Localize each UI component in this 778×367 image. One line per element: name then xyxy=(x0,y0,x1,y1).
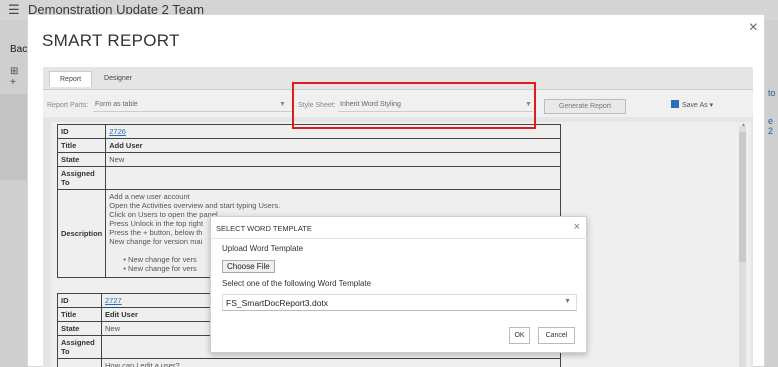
dialog-title: SELECT WORD TEMPLATE xyxy=(216,224,312,233)
field-value xyxy=(105,166,561,190)
divider xyxy=(211,238,588,239)
choose-file-button[interactable]: Choose File xyxy=(222,260,275,273)
save-icon xyxy=(671,100,679,108)
scrollbar-thumb[interactable] xyxy=(739,132,746,262)
field-value: Add User xyxy=(105,138,561,153)
save-as-label: Save As ▾ xyxy=(682,102,714,109)
description-line: Add a new user account xyxy=(109,192,190,201)
style-sheet-label: Style Sheet: xyxy=(298,102,336,109)
field-label xyxy=(57,358,102,367)
close-icon[interactable]: × xyxy=(574,221,580,233)
field-label: ID xyxy=(57,293,102,308)
cancel-button[interactable]: Cancel xyxy=(538,327,575,344)
ok-button[interactable]: OK xyxy=(509,327,530,344)
table-row: Assigned To xyxy=(56,166,561,190)
field-value: New xyxy=(105,152,561,167)
field-label: ID xyxy=(56,124,107,139)
tab-report[interactable]: Report xyxy=(49,71,93,87)
field-label: Title xyxy=(56,138,107,153)
table-row: How can I edit a user? xyxy=(57,358,561,367)
description-line: Open the Activities overview and start t… xyxy=(109,201,281,210)
chevron-down-icon: ▼ xyxy=(279,101,286,108)
bullet-text: New change for vers xyxy=(127,255,197,264)
template-select-label: Select one of the following Word Templat… xyxy=(222,279,372,288)
table-row: Title Add User xyxy=(56,138,561,153)
report-parts-label: Report Parts: xyxy=(47,102,89,109)
report-tabs: Report Designer xyxy=(49,71,142,87)
field-label: State xyxy=(57,321,102,336)
description-value: How can I edit a user? xyxy=(101,358,561,367)
close-icon[interactable]: × xyxy=(749,19,758,37)
field-label: Assigned To xyxy=(57,335,102,359)
modal-title: SMART REPORT xyxy=(42,31,180,50)
save-as-button[interactable]: Save As ▾ xyxy=(671,100,713,109)
field-label: Title xyxy=(57,307,102,322)
table-row: ID 2726 xyxy=(56,124,561,139)
template-select[interactable]: FS_SmartDocReport3.dotx ▼ xyxy=(222,294,577,311)
field-label: Description xyxy=(56,189,107,278)
generate-report-button[interactable]: Generate Report xyxy=(544,99,626,114)
table-row: State New xyxy=(56,152,561,167)
style-sheet-select[interactable]: Inherit Word Styling xyxy=(338,98,533,112)
work-item-link[interactable]: 2727 xyxy=(105,296,122,305)
scrollbar[interactable] xyxy=(739,126,746,367)
bullet-text: New change for vers xyxy=(127,264,197,273)
chevron-down-icon: ▼ xyxy=(525,101,532,108)
chevron-down-icon: ▼ xyxy=(564,298,571,305)
report-toolbar: Report Parts: Form as table ▼ Style Shee… xyxy=(43,89,753,117)
select-word-template-dialog: SELECT WORD TEMPLATE × Upload Word Templ… xyxy=(210,216,588,353)
template-select-value: FS_SmartDocReport3.dotx xyxy=(226,298,329,308)
field-label: State xyxy=(56,152,107,167)
field-label: Assigned To xyxy=(56,166,107,190)
report-parts-select[interactable]: Form as table xyxy=(93,98,293,112)
work-item-link[interactable]: 2726 xyxy=(109,127,126,136)
tab-designer[interactable]: Designer xyxy=(94,71,142,87)
upload-label: Upload Word Template xyxy=(222,244,304,253)
